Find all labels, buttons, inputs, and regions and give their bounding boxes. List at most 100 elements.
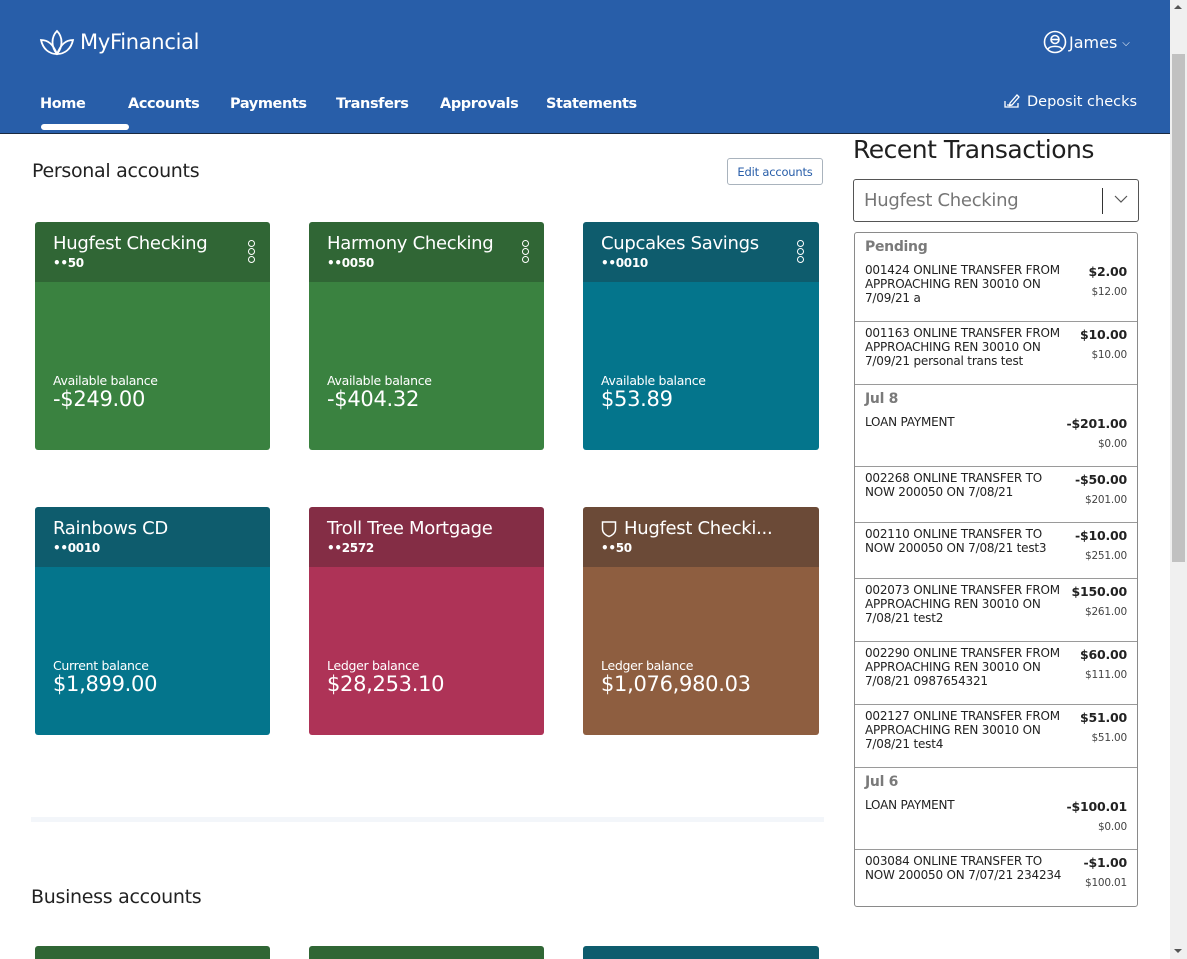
nav-approvals[interactable]: Approvals: [440, 90, 546, 130]
more-options-icon[interactable]: [248, 240, 256, 263]
transaction-description: 001424 ONLINE TRANSFER FROM APPROACHING …: [865, 263, 1060, 305]
transaction-row[interactable]: 002268 ONLINE TRANSFER TO NOW 200050 ON …: [855, 467, 1137, 523]
brand-logo[interactable]: MyFinancial: [38, 27, 200, 57]
deposit-checks-button[interactable]: Deposit checks: [1003, 93, 1137, 111]
account-card-body: Ledger balance $28,253.10: [309, 567, 544, 735]
user-menu[interactable]: James ⌵: [1043, 30, 1130, 54]
transaction-amount: -$100.01: [1066, 799, 1127, 814]
transactions-list[interactable]: Pending 001424 ONLINE TRANSFER FROM APPRO…: [854, 232, 1138, 907]
balance-value: -$249.00: [53, 387, 146, 411]
transaction-description: 002110 ONLINE TRANSFER TO NOW 200050 ON …: [865, 527, 1047, 555]
balance-label: Available balance: [601, 373, 706, 388]
transaction-amount: $150.00: [1071, 584, 1127, 599]
transaction-row[interactable]: 002127 ONLINE TRANSFER FROM APPROACHING …: [855, 705, 1137, 768]
account-name: Hugfest Checki...: [624, 518, 773, 539]
account-name: Cupcakes Savings: [601, 233, 759, 254]
transaction-running-balance: $201.00: [1084, 494, 1127, 506]
transaction-amount: -$10.00: [1074, 528, 1127, 543]
transaction-row[interactable]: LOAN PAYMENT -$100.01 $0.00: [855, 794, 1137, 850]
nav-accounts[interactable]: Accounts: [128, 90, 230, 130]
account-card-body: Available balance $53.89: [583, 282, 819, 450]
account-card[interactable]: Harmony Checking ••0050 Available balanc…: [309, 222, 544, 450]
business-account-card[interactable]: [583, 946, 819, 959]
transaction-running-balance: $251.00: [1084, 550, 1127, 562]
more-options-icon[interactable]: [522, 240, 530, 263]
business-accounts-title: Business accounts: [31, 886, 202, 908]
account-card-header: Hugfest Checki... ••50: [583, 507, 819, 567]
account-card-body: Current balance $1,899.00: [35, 567, 270, 735]
account-number: ••2572: [327, 541, 374, 555]
transaction-amount: $2.00: [1088, 264, 1127, 279]
transaction-running-balance: $51.00: [1091, 732, 1127, 744]
transaction-description: LOAN PAYMENT: [865, 798, 955, 812]
transaction-running-balance: $0.00: [1097, 438, 1127, 450]
transaction-row[interactable]: 001424 ONLINE TRANSFER FROM APPROACHING …: [855, 259, 1137, 322]
top-header: MyFinancial James ⌵ Home Accounts Paymen…: [0, 0, 1170, 134]
chevron-down-icon[interactable]: [1113, 191, 1129, 207]
scroll-down-arrow-icon[interactable]: [1174, 949, 1182, 953]
transaction-running-balance: $12.00: [1091, 286, 1127, 298]
user-avatar-icon: [1043, 30, 1067, 54]
edit-accounts-button[interactable]: Edit accounts: [727, 158, 823, 185]
account-card[interactable]: Hugfest Checking ••50 Available balance …: [35, 222, 270, 450]
account-select[interactable]: Hugfest Checking: [853, 179, 1139, 222]
transaction-row[interactable]: 002290 ONLINE TRANSFER FROM APPROACHING …: [855, 642, 1137, 705]
more-options-icon[interactable]: [797, 240, 805, 263]
account-name: Rainbows CD: [53, 518, 168, 539]
scroll-thumb[interactable]: [1172, 54, 1185, 562]
transaction-description: 002290 ONLINE TRANSFER FROM APPROACHING …: [865, 646, 1060, 688]
balance-value: $1,076,980.03: [601, 672, 751, 696]
transaction-running-balance: $0.00: [1097, 821, 1127, 833]
transaction-row[interactable]: 002110 ONLINE TRANSFER TO NOW 200050 ON …: [855, 523, 1137, 579]
nav-payments[interactable]: Payments: [230, 90, 336, 130]
account-number: ••0050: [327, 256, 374, 270]
section-divider: [31, 817, 824, 822]
account-card-body: Ledger balance $1,076,980.03: [583, 567, 819, 735]
account-card-header: Rainbows CD ••0010: [35, 507, 270, 567]
nav-transfers[interactable]: Transfers: [336, 90, 440, 130]
account-number: ••50: [601, 541, 632, 555]
account-card[interactable]: Rainbows CD ••0010 Current balance $1,89…: [35, 507, 270, 735]
transaction-amount: -$1.00: [1083, 855, 1127, 870]
transaction-amount: $51.00: [1079, 710, 1127, 725]
account-number: ••0010: [53, 541, 100, 555]
page-scrollbar[interactable]: [1170, 0, 1187, 959]
account-name-row: Hugfest Checki...: [601, 518, 801, 539]
balance-value: $1,899.00: [53, 672, 158, 696]
transaction-description: 002073 ONLINE TRANSFER FROM APPROACHING …: [865, 583, 1060, 625]
transaction-row[interactable]: 001163 ONLINE TRANSFER FROM APPROACHING …: [855, 322, 1137, 385]
main-nav: Home Accounts Payments Transfers Approva…: [40, 90, 646, 130]
account-card[interactable]: Hugfest Checki... ••50 Ledger balance $1…: [583, 507, 819, 735]
shield-icon: [601, 520, 617, 537]
balance-value: $28,253.10: [327, 672, 445, 696]
account-card[interactable]: Cupcakes Savings ••0010 Available balanc…: [583, 222, 819, 450]
transaction-running-balance: $10.00: [1091, 349, 1127, 361]
scroll-up-arrow-icon[interactable]: [1174, 5, 1182, 9]
transaction-amount: -$50.00: [1074, 472, 1127, 487]
transaction-row[interactable]: LOAN PAYMENT -$201.00 $0.00: [855, 411, 1137, 467]
nav-home[interactable]: Home: [40, 90, 129, 130]
business-account-card[interactable]: [309, 946, 544, 959]
deposit-checks-label: Deposit checks: [1027, 94, 1138, 110]
transaction-amount: $60.00: [1079, 647, 1127, 662]
transaction-description: 003084 ONLINE TRANSFER TO NOW 200050 ON …: [865, 854, 1062, 882]
business-account-card[interactable]: [35, 946, 270, 959]
personal-accounts-title: Personal accounts: [32, 160, 200, 182]
transaction-description: LOAN PAYMENT: [865, 415, 955, 429]
balance-label: Available balance: [327, 373, 432, 388]
balance-label: Available balance: [53, 373, 158, 388]
brand-name: MyFinancial: [80, 30, 200, 54]
nav-statements[interactable]: Statements: [546, 90, 646, 130]
transaction-running-balance: $261.00: [1084, 606, 1127, 618]
account-card[interactable]: Troll Tree Mortgage ••2572 Ledger balanc…: [309, 507, 544, 735]
transaction-row[interactable]: 003084 ONLINE TRANSFER TO NOW 200050 ON …: [855, 850, 1137, 906]
balance-label: Current balance: [53, 658, 149, 673]
account-name: Troll Tree Mortgage: [327, 518, 493, 539]
transaction-description: 002268 ONLINE TRANSFER TO NOW 200050 ON …: [865, 471, 1043, 499]
balance-value: -$404.32: [327, 387, 420, 411]
account-card-header: Cupcakes Savings ••0010: [583, 222, 819, 282]
account-name: Harmony Checking: [327, 233, 494, 254]
transaction-row[interactable]: 002073 ONLINE TRANSFER FROM APPROACHING …: [855, 579, 1137, 642]
account-card-header: Troll Tree Mortgage ••2572: [309, 507, 544, 567]
transaction-description: 001163 ONLINE TRANSFER FROM APPROACHING …: [865, 326, 1060, 368]
